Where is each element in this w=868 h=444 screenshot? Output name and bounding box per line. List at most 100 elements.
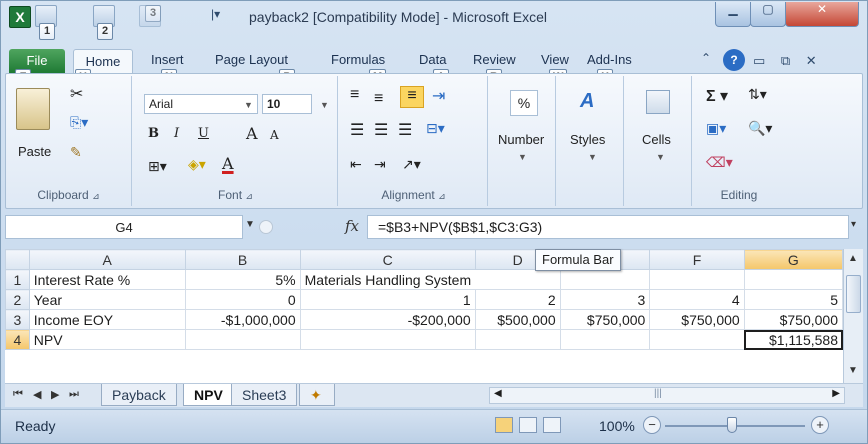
align-center-icon[interactable]: ☰: [374, 120, 388, 140]
expand-formula-bar-icon[interactable]: ▾: [851, 219, 856, 230]
align-top-icon[interactable]: ≡: [350, 86, 359, 104]
insert-function-icon[interactable]: fx: [345, 217, 359, 235]
customize-qat-icon[interactable]: |▾: [211, 7, 220, 21]
cell-A1[interactable]: Interest Rate %: [28, 269, 186, 290]
cell-E3[interactable]: $750,000: [559, 309, 651, 330]
cell-D4[interactable]: [474, 329, 561, 350]
minimize-button[interactable]: ▁: [715, 2, 751, 27]
excel-app-icon[interactable]: X: [9, 6, 31, 28]
name-box-dropdown-arrow[interactable]: ▼: [245, 219, 255, 230]
cut-icon[interactable]: ✂: [70, 84, 83, 104]
cell-B4[interactable]: [184, 329, 301, 350]
tab-view[interactable]: View: [541, 52, 569, 67]
page-layout-view-icon[interactable]: [519, 417, 537, 433]
cell-D1[interactable]: [475, 269, 561, 290]
cell-F3[interactable]: $750,000: [649, 309, 745, 330]
fill-color-icon[interactable]: ◈▾: [188, 156, 206, 173]
cells-button-label[interactable]: Cells: [642, 132, 671, 147]
cell-D3[interactable]: $500,000: [474, 309, 561, 330]
tab-formulas[interactable]: Formulas: [331, 52, 385, 67]
styles-button-label[interactable]: Styles: [570, 132, 605, 147]
orientation-icon[interactable]: ↗▾: [402, 156, 421, 173]
autosum-icon[interactable]: Σ ▾: [706, 86, 728, 106]
cell-E1[interactable]: [559, 269, 651, 290]
formula-input[interactable]: =$B3+NPV($B$1,$C3:G3): [367, 215, 849, 239]
scroll-down-icon[interactable]: ▼: [848, 365, 858, 376]
tab-data[interactable]: Data: [419, 52, 446, 67]
select-all-corner[interactable]: [5, 249, 30, 270]
borders-icon[interactable]: ⊞▾: [148, 158, 167, 175]
column-header[interactable]: A: [28, 249, 186, 270]
scroll-right-icon[interactable]: ▶: [832, 388, 840, 399]
shrink-font-button[interactable]: A: [270, 128, 279, 142]
cell-A2[interactable]: Year: [28, 289, 186, 310]
percent-icon[interactable]: %: [510, 90, 538, 116]
styles-icon[interactable]: A: [580, 90, 594, 113]
sheet-tab-sheet3[interactable]: Sheet3: [231, 384, 298, 406]
copy-icon[interactable]: ⎘▾: [70, 114, 88, 131]
vertical-scrollbar[interactable]: ▲ ▼: [843, 249, 863, 383]
number-dropdown-arrow[interactable]: ▼: [518, 152, 527, 162]
tab-insert[interactable]: Insert: [151, 52, 184, 67]
tab-page-layout[interactable]: Page Layout: [215, 52, 288, 67]
italic-button[interactable]: I: [174, 126, 179, 141]
cell-F2[interactable]: 4: [649, 289, 745, 310]
align-bottom-icon[interactable]: ≡: [400, 86, 424, 108]
cell-F4[interactable]: [649, 329, 745, 350]
decrease-indent-icon[interactable]: ⇤: [350, 156, 362, 173]
sheet-tab-npv[interactable]: NPV: [183, 384, 234, 406]
row-header[interactable]: 3: [5, 309, 30, 330]
name-box[interactable]: G4: [5, 215, 243, 239]
tab-review[interactable]: Review: [473, 52, 516, 67]
next-sheet-icon[interactable]: ▶: [51, 388, 59, 401]
sheet-tab-payback[interactable]: Payback: [101, 384, 177, 406]
zoom-out-button[interactable]: −: [643, 416, 661, 434]
number-button-label[interactable]: Number: [498, 132, 544, 147]
row-header-selected[interactable]: 4: [5, 329, 30, 350]
first-sheet-icon[interactable]: ⏮: [13, 388, 23, 401]
font-name-dropdown-arrow[interactable]: ▼: [244, 100, 253, 110]
page-break-view-icon[interactable]: [543, 417, 561, 433]
horizontal-scroll-thumb-icon[interactable]: |||: [654, 388, 662, 399]
maximize-button[interactable]: ▢: [750, 2, 786, 27]
format-painter-icon[interactable]: ✎: [70, 144, 82, 161]
align-right-icon[interactable]: ☰: [398, 120, 412, 140]
cell-A3[interactable]: Income EOY: [28, 309, 186, 330]
normal-view-icon[interactable]: [495, 417, 513, 433]
cells-dropdown-arrow[interactable]: ▼: [656, 152, 665, 162]
row-header[interactable]: 2: [5, 289, 30, 310]
help-icon[interactable]: ?: [723, 49, 745, 71]
underline-button[interactable]: U: [198, 126, 209, 141]
fill-icon[interactable]: ▣▾: [706, 120, 726, 137]
last-sheet-icon[interactable]: ⏭: [69, 388, 79, 401]
column-header[interactable]: B: [184, 249, 301, 270]
cell-A4[interactable]: NPV: [28, 329, 186, 350]
column-header[interactable]: F: [649, 249, 745, 270]
zoom-slider-thumb[interactable]: [727, 417, 737, 433]
tab-add-ins[interactable]: Add-Ins: [587, 52, 632, 67]
column-header[interactable]: C: [299, 249, 476, 270]
cell-D2[interactable]: 2: [474, 289, 561, 310]
cell-B1[interactable]: 5%: [184, 269, 301, 290]
cell-G1[interactable]: [743, 269, 844, 290]
cell-C1[interactable]: Materials Handling System: [299, 269, 476, 290]
horizontal-scrollbar[interactable]: ◀ ||| ▶: [489, 387, 845, 404]
close-button[interactable]: ✕: [785, 2, 859, 27]
merge-center-icon[interactable]: ⊟▾: [426, 120, 445, 137]
wrap-text-icon[interactable]: ⇥: [432, 86, 445, 106]
sort-filter-icon[interactable]: ⇅▾: [748, 86, 767, 103]
cell-C4[interactable]: [299, 329, 476, 350]
row-header[interactable]: 1: [5, 269, 30, 290]
increase-indent-icon[interactable]: ⇥: [374, 156, 386, 173]
clear-icon[interactable]: ⌫▾: [706, 154, 733, 171]
cell-E4[interactable]: [559, 329, 651, 350]
cell-E2[interactable]: 3: [559, 289, 651, 310]
font-name-dropdown[interactable]: Arial: [144, 94, 258, 114]
cells-icon[interactable]: [646, 90, 670, 114]
zoom-in-button[interactable]: +: [811, 416, 829, 434]
scroll-up-icon[interactable]: ▲: [848, 253, 858, 264]
prev-sheet-icon[interactable]: ◀: [33, 388, 41, 401]
styles-dropdown-arrow[interactable]: ▼: [588, 152, 597, 162]
align-middle-icon[interactable]: ≡: [374, 90, 383, 108]
paste-icon[interactable]: [16, 88, 50, 130]
